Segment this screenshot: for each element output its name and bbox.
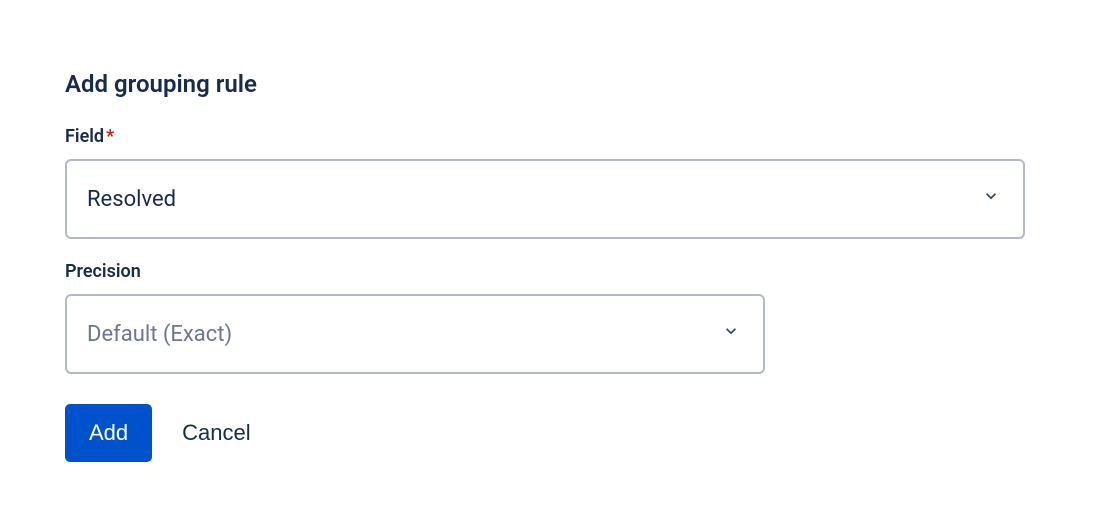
precision-label: Precision (65, 261, 1035, 282)
chevron-down-icon (721, 321, 741, 347)
field-select[interactable]: Resolved (65, 159, 1025, 239)
precision-group: Precision Default (Exact) (65, 261, 1035, 374)
precision-select-wrapper: Default (Exact) (65, 294, 765, 374)
field-label-text: Field (65, 126, 104, 147)
field-select-wrapper: Resolved (65, 159, 1025, 239)
add-grouping-rule-form: Add grouping rule Field* Resolved Precis… (0, 0, 1100, 462)
cancel-button[interactable]: Cancel (182, 420, 250, 446)
form-title: Add grouping rule (65, 70, 1035, 98)
field-select-value: Resolved (87, 187, 176, 212)
add-button[interactable]: Add (65, 404, 152, 462)
button-row: Add Cancel (65, 404, 1035, 462)
precision-select[interactable]: Default (Exact) (65, 294, 765, 374)
required-asterisk: * (106, 126, 114, 147)
field-label: Field* (65, 126, 1035, 147)
chevron-down-icon (981, 186, 1001, 212)
precision-select-placeholder: Default (Exact) (87, 322, 232, 347)
field-group: Field* Resolved (65, 126, 1035, 239)
